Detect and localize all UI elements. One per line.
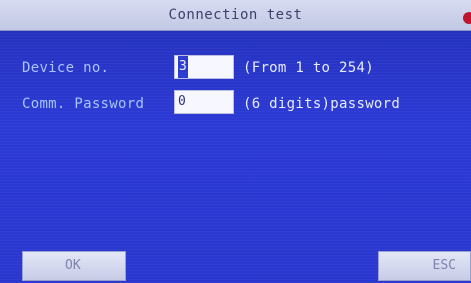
device-no-label: Device no. <box>22 60 110 76</box>
esc-button-label: ESC <box>432 258 456 273</box>
comm-password-value: 0 <box>178 94 186 109</box>
title-bar: Connection test <box>0 0 471 31</box>
device-screen: Connection test Device no. 3 (From 1 to … <box>0 0 471 283</box>
ok-button[interactable]: OK <box>22 251 126 281</box>
screen-scanlines <box>0 0 471 283</box>
device-no-value: 3 <box>178 56 188 78</box>
status-dot-icon <box>463 12 471 24</box>
window-title: Connection test <box>168 7 303 23</box>
comm-password-label: Comm. Password <box>22 96 145 112</box>
device-no-input[interactable]: 3 <box>174 55 234 79</box>
esc-button[interactable]: ESC <box>378 251 471 281</box>
comm-password-input[interactable]: 0 <box>174 90 234 114</box>
device-no-hint: (From 1 to 254) <box>243 60 374 76</box>
comm-password-hint: (6 digits)password <box>243 96 401 112</box>
ok-button-label: OK <box>65 258 81 273</box>
